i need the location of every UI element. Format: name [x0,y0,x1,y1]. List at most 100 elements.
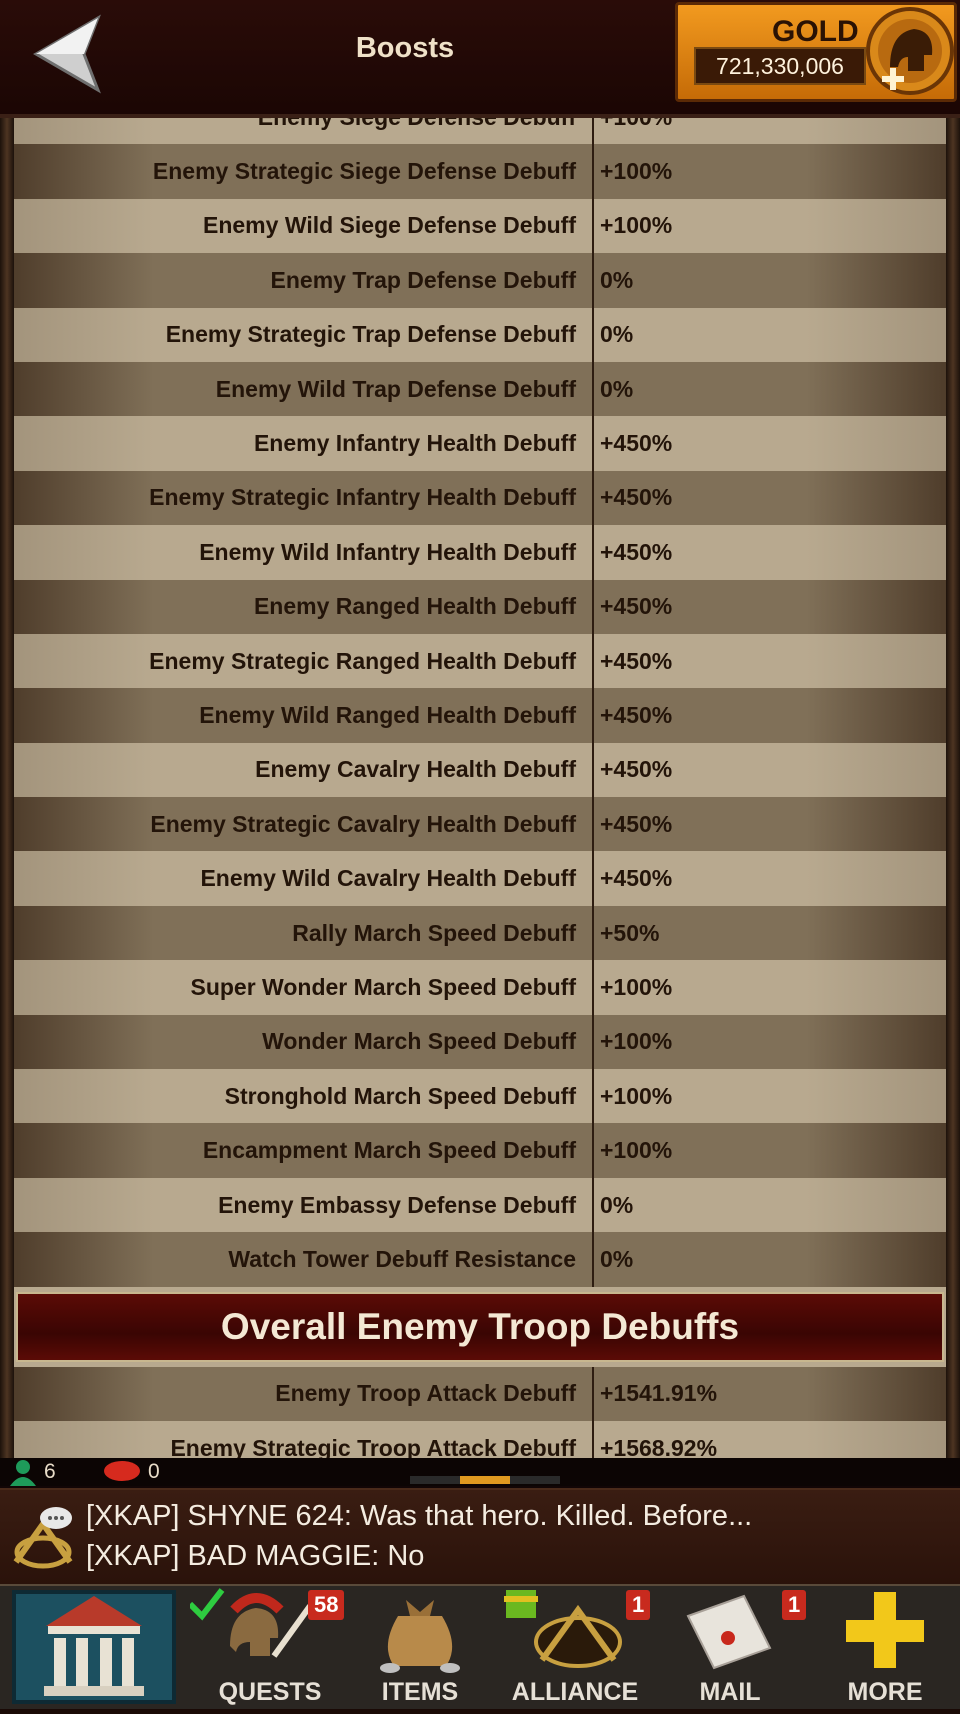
bottom-nav: 58 QUESTS ITEMS 1 ALLIANCE 1 MAIL MORE [0,1584,960,1709]
mail-label: MAIL [699,1678,761,1706]
boost-label: Enemy Wild Infantry Health Debuff [199,538,576,565]
boost-value: +450% [600,756,673,783]
table-row: Watch Tower Debuff Resistance 0% [14,1232,946,1287]
more-label: MORE [847,1678,923,1706]
table-row: Enemy Strategic Siege Defense Debuff +100… [14,144,946,199]
table-row: Enemy Infantry Health Debuff +450% [14,416,946,471]
table-row: Enemy Wild Cavalry Health Debuff +450% [14,851,946,906]
boost-label: Enemy Wild Trap Defense Debuff [215,375,576,402]
boost-label: Enemy Strategic Siege Defense Debuff [152,158,576,185]
home-button[interactable] [6,1586,182,1709]
boost-label: Enemy Strategic Infantry Health Debuff [149,484,576,511]
boost-label: Rally March Speed Debuff [292,919,576,946]
table-row: Enemy Wild Siege Defense Debuff +100% [14,198,946,254]
table-row: Enemy Strategic Ranged Health Debuff +450… [14,633,946,689]
boost-label: Enemy Wild Siege Defense Debuff [203,212,576,239]
boost-label: Enemy Siege Defense Debuff [14,118,592,131]
quests-button[interactable]: 58 QUESTS [187,1586,350,1709]
boost-value: +1568.92% [600,1434,718,1458]
left-frame [0,118,14,1458]
boost-label: Encampment March Speed Debuff [202,1137,576,1164]
boosts-list[interactable]: Enemy Siege Defense Debuff+100%Enemy Str… [0,118,960,1458]
boost-value: +100% [600,973,673,1000]
boost-label: Enemy Trap Defense Debuff [270,266,576,293]
table-row: Enemy Ranged Health Debuff +450% [14,579,946,634]
table-row: Enemy Embassy Defense Debuff 0% [14,1177,946,1233]
table-row: Stronghold March Speed Debuff +100% [14,1069,946,1124]
boost-label: Enemy Strategic Trap Defense Debuff [165,321,576,348]
boost-label: Enemy Cavalry Health Debuff [255,756,576,783]
table-row: Rally March Speed Debuff +50% [14,905,946,961]
online-users-icon [10,1460,36,1486]
boost-value: +100% [600,158,673,185]
alliance-badge: 1 [626,1590,651,1620]
back-arrow-icon[interactable] [28,12,118,96]
boost-label: Enemy Wild Ranged Health Debuff [199,701,576,728]
chat-counters: 6 0 [0,1458,960,1486]
table-row: Enemy Trap Defense Debuff 0% [14,253,946,308]
table-row: Enemy Siege Defense Debuff+100% [14,118,946,145]
boost-value: +450% [600,593,673,620]
alliance-button[interactable]: 1 ALLIANCE [500,1586,651,1709]
table-row: Enemy Wild Infantry Health Debuff +450% [14,525,946,580]
boost-label: Enemy Ranged Health Debuff [253,593,576,620]
quests-badge: 58 [308,1590,345,1620]
boost-value: +450% [600,647,673,674]
mail-badge: 1 [782,1590,807,1620]
boost-value: 0% [600,266,634,293]
page-title: Boosts [355,32,455,64]
boost-value: 0% [600,1245,634,1272]
boost-label: Watch Tower Debuff Resistance [228,1245,576,1272]
items-label: ITEMS [381,1678,459,1706]
spartan-helmet-icon [866,7,954,95]
boost-value: +100% [600,1082,673,1109]
boost-value: +450% [600,430,673,457]
alliance-chat-icon [13,1507,73,1569]
table-row: Enemy Strategic Trap Defense Debuff 0% [14,307,946,362]
boost-value: +100% [600,212,673,239]
boost-label: Wonder March Speed Debuff [262,1028,576,1055]
boost-value: +50% [600,919,660,946]
alliance-label: ALLIANCE [511,1678,639,1706]
table-row: Encampment March Speed Debuff +100% [14,1123,946,1178]
chat-message-2: [XKAP] BAD MAGGIE: No [86,1540,425,1572]
message-count: 0 [148,1460,160,1483]
boost-label: Enemy Infantry Health Debuff [253,430,576,457]
section-header: Overall Enemy Troop Debuffs [14,1286,946,1367]
chat-preview[interactable]: [XKAP] SHYNE 624: Was that hero. Killed.… [0,1488,960,1586]
boost-value: +100% [600,1028,673,1055]
mail-button[interactable]: 1 MAIL [660,1586,807,1709]
table-row: Enemy Troop Attack Debuff +1541.91% [14,1366,946,1421]
boost-value: 0% [600,375,634,402]
boost-label: Enemy Wild Cavalry Health Debuff [200,865,576,892]
boost-value: +100% [594,118,672,131]
table-row: Enemy Cavalry Health Debuff +450% [14,742,946,798]
boost-value: +1541.91% [600,1380,718,1407]
boost-label: Stronghold March Speed Debuff [224,1082,576,1109]
table-row: Enemy Wild Ranged Health Debuff +450% [14,688,946,743]
boost-table: Enemy Siege Defense Debuff+100%Enemy Str… [14,118,946,1458]
online-count: 6 [44,1460,56,1483]
boost-value: 0% [600,1191,634,1218]
table-row: Enemy Wild Trap Defense Debuff 0% [14,361,946,417]
quests-label: QUESTS [218,1678,322,1706]
boost-label: Enemy Strategic Cavalry Health Debuff [150,810,576,837]
boost-label: Enemy Troop Attack Debuff [275,1380,576,1407]
table-row: Enemy Strategic Cavalry Health Debuff +45… [14,797,946,852]
table-row: Enemy Strategic Infantry Health Debuff +4… [14,470,946,526]
boost-label: Enemy Embassy Defense Debuff [218,1191,576,1218]
chat-bubble-icon [104,1461,140,1481]
more-button[interactable]: MORE [810,1586,960,1709]
items-button[interactable]: ITEMS [350,1586,490,1709]
boost-value: +100% [600,1137,673,1164]
boost-value: +450% [600,810,673,837]
coin-bag-icon [380,1600,460,1673]
gold-label: GOLD [772,15,859,48]
boost-value: +450% [600,538,673,565]
chat-page-indicator [410,1476,560,1484]
plus-icon [846,1592,924,1668]
gold-purchase-button[interactable]: GOLD 721,330,006 [675,2,957,102]
boost-label: Enemy Strategic Ranged Health Debuff [149,647,576,674]
gold-amount: 721,330,006 [694,47,866,85]
chat-area: 6 0 [XKAP] SHYNE 624: Was that hero. Kil… [0,1458,960,1586]
